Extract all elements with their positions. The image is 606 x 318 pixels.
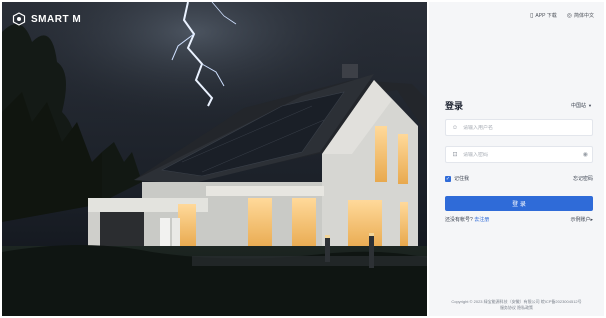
username-input[interactable]: [460, 124, 581, 131]
language-label: 简体中文: [573, 13, 594, 19]
username-field: ☺: [445, 119, 593, 136]
globe-icon: ◎: [566, 12, 572, 19]
footer-links[interactable]: 服务协议 隐私政策: [429, 305, 604, 311]
topbar: ▯ APP 下载 ◎ 简体中文: [530, 12, 594, 20]
checkbox-checked-icon[interactable]: ✓: [445, 175, 451, 182]
user-icon: ☺: [451, 124, 459, 131]
site-label: 中国站: [571, 103, 587, 109]
stormy-house-illustration: [2, 2, 427, 316]
register-link[interactable]: 去注册: [474, 217, 489, 223]
remember-label: 记住我: [454, 176, 470, 182]
demo-account-label: 示例账户: [570, 217, 591, 223]
brand: SMART M: [12, 12, 81, 26]
language-select[interactable]: ◎ 简体中文: [566, 12, 594, 20]
hexagon-logo-icon: [12, 12, 26, 26]
hero-image: SMART M: [2, 2, 427, 316]
app-download-link[interactable]: ▯ APP 下载: [530, 12, 557, 20]
demo-account-link[interactable]: 示例账户▸: [570, 216, 593, 223]
forgot-password-link[interactable]: 忘记密码: [573, 175, 593, 182]
app-download-label: APP 下载: [535, 13, 557, 19]
arrow-right-icon: ▸: [590, 217, 593, 223]
lock-icon: ⊡: [452, 152, 458, 158]
password-input[interactable]: [460, 151, 581, 158]
login-options: ✓ 记住我 忘记密码: [445, 175, 593, 182]
password-field: ⊡ ◉: [445, 146, 593, 163]
brand-name: SMART M: [31, 13, 82, 25]
site-select[interactable]: 中国站 ▼: [571, 102, 592, 109]
footer: Copyright © 2023 绿宝能源科技（安徽）有限公司 皖ICP备202…: [429, 299, 604, 311]
no-account-text: 还没有帐号?: [445, 217, 473, 223]
title-row: 登录 中国站 ▼: [445, 99, 592, 112]
signup-row: 还没有帐号? 去注册 示例账户▸: [445, 216, 593, 223]
login-page: SMART M ▯ APP 下载 ◎ 简体中文 登录 中国站 ▼ ☺ 请输入用户…: [0, 0, 606, 318]
caret-down-icon: ▼: [588, 103, 592, 108]
login-panel: ▯ APP 下载 ◎ 简体中文 登录 中国站 ▼ ☺ ⊡ ◉: [429, 2, 604, 316]
eye-icon[interactable]: ◉: [583, 151, 588, 158]
login-button[interactable]: 登 录: [445, 196, 593, 211]
phone-icon: ▯: [530, 12, 534, 19]
remember-me[interactable]: ✓ 记住我: [445, 175, 469, 182]
login-title: 登录: [445, 101, 464, 111]
register-prompt: 还没有帐号? 去注册: [445, 216, 489, 223]
